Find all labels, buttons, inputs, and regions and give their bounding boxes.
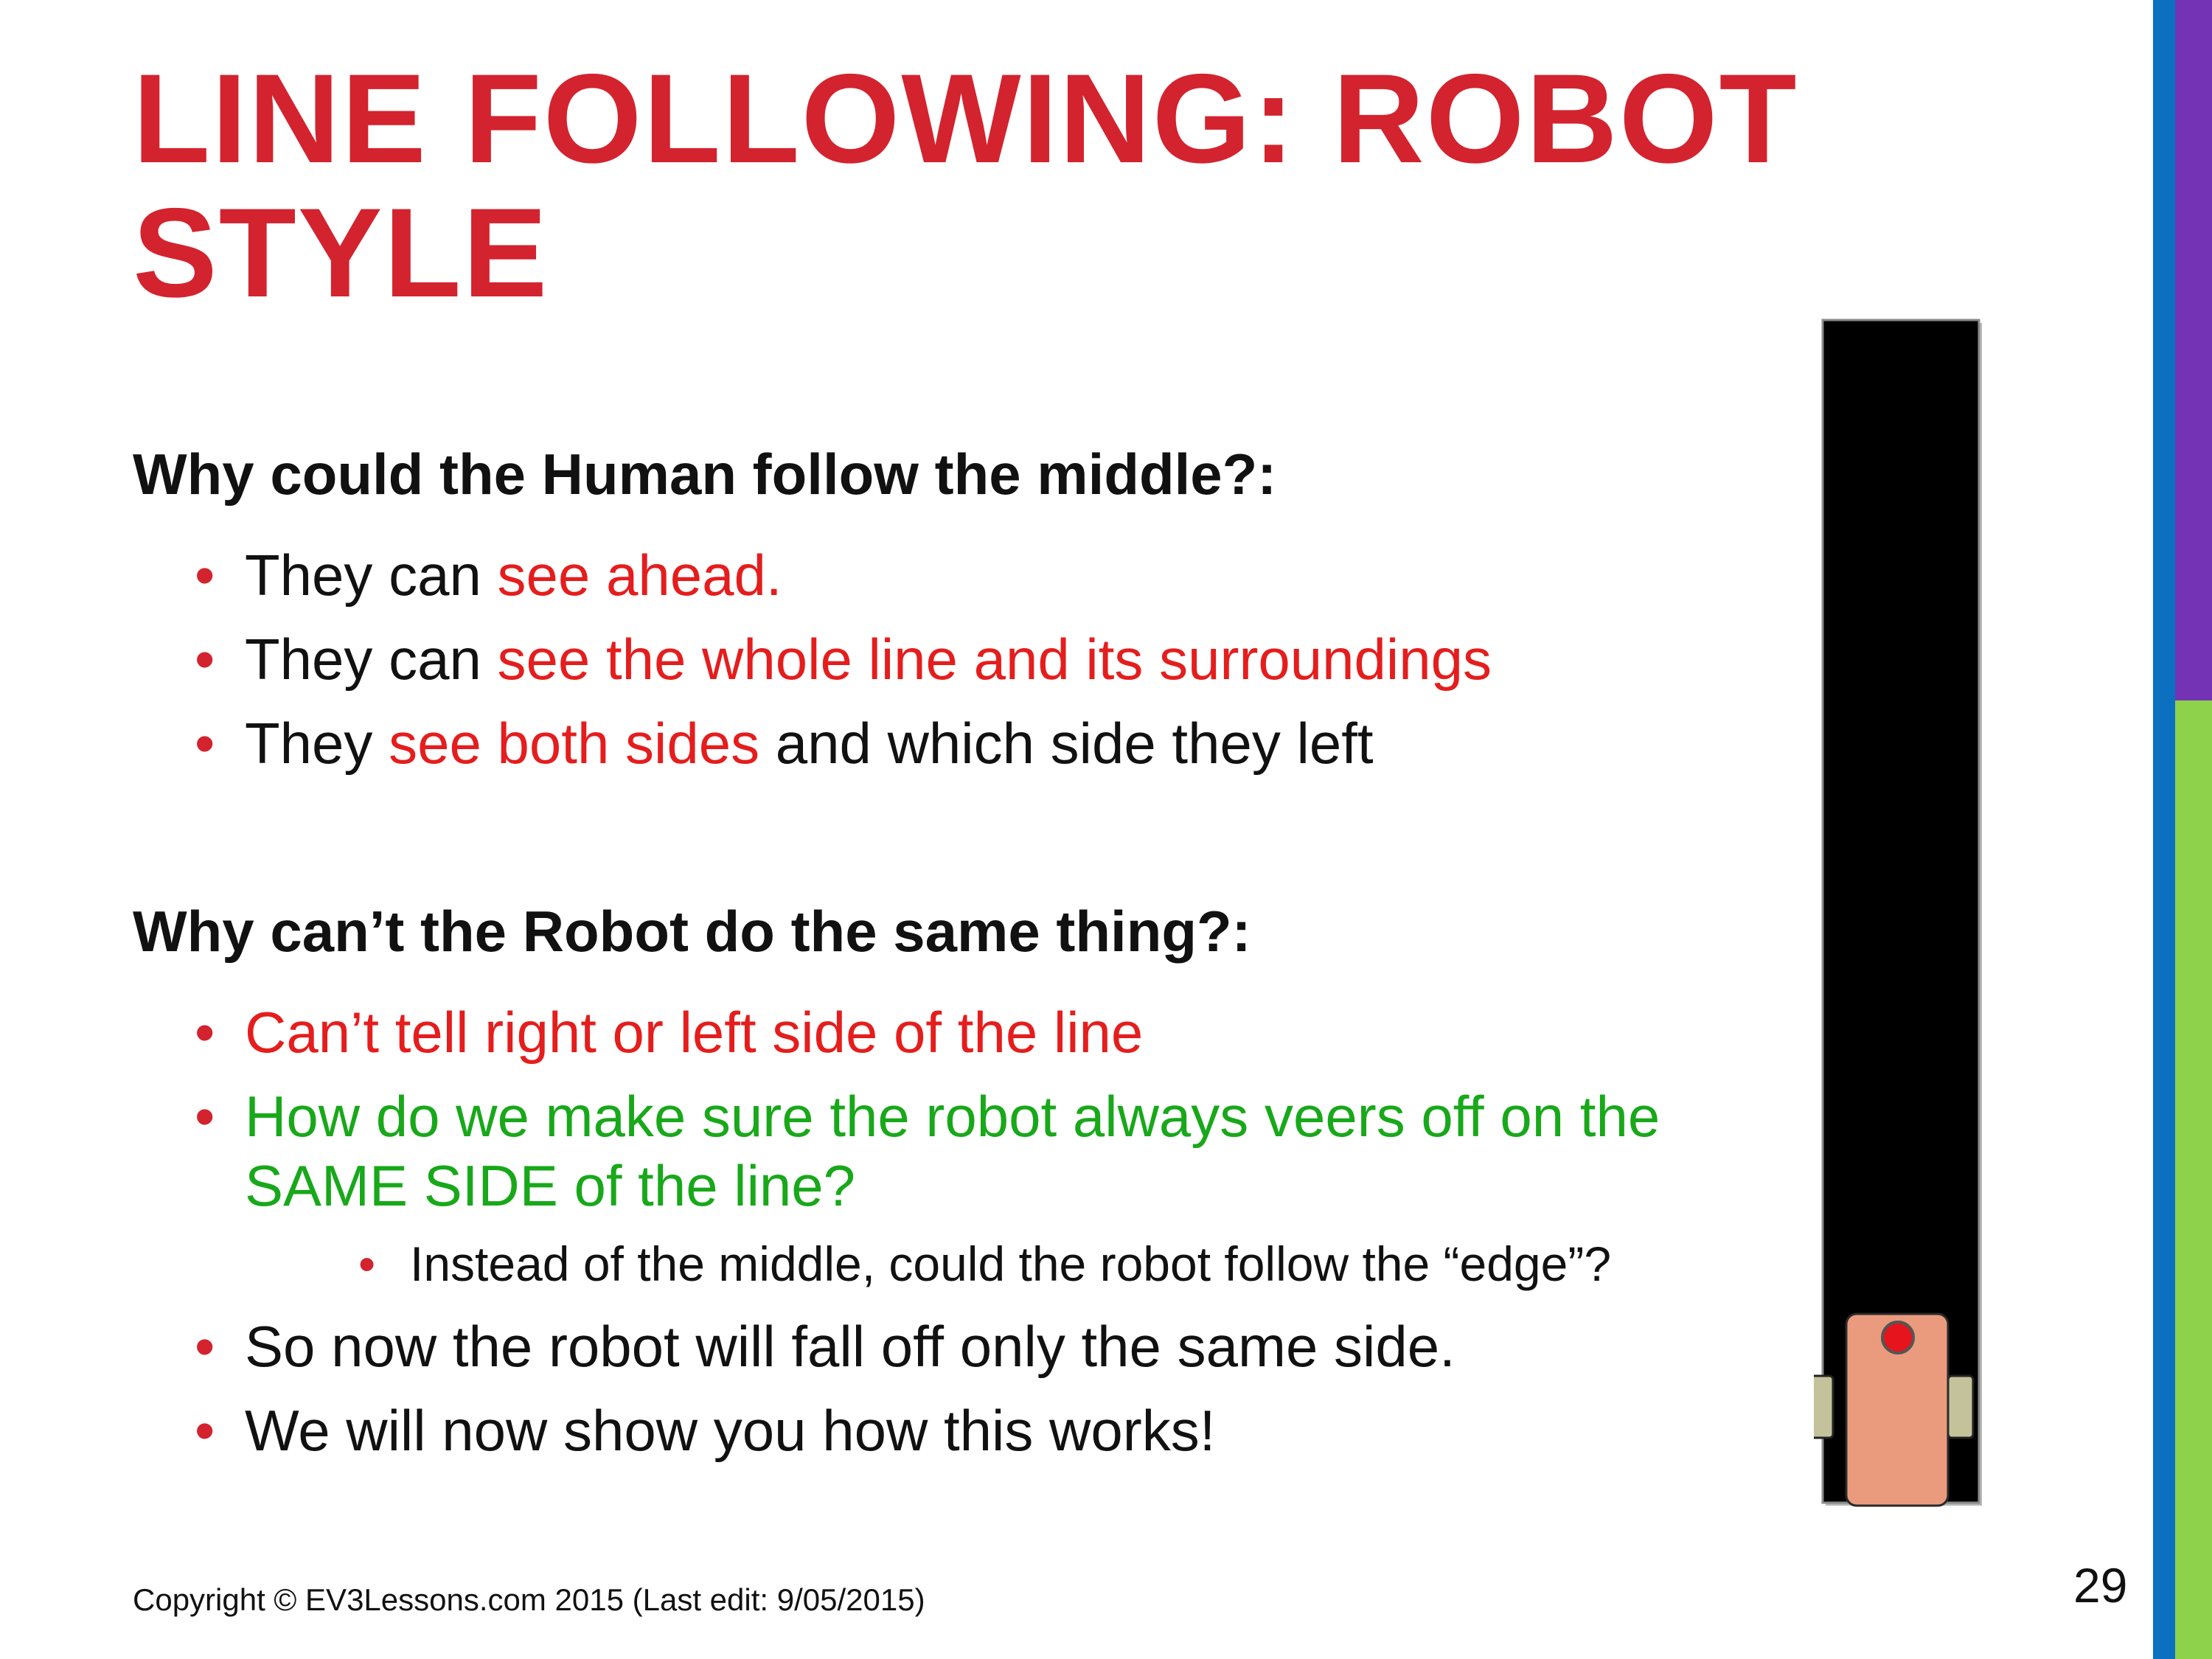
bullet-dot: • <box>195 627 215 692</box>
page-number: 29 <box>2073 1558 2128 1613</box>
bullet-text-tail: and which side they left <box>759 711 1374 776</box>
bullet-text: So now the robot will fall off only the … <box>245 1314 1455 1379</box>
bullet-highlight: see the whole line and its surroundings <box>497 627 1492 692</box>
left-wheel <box>1814 1374 1834 1439</box>
bullet-dot: • <box>195 543 215 608</box>
bullet-text: They can <box>245 627 498 692</box>
sub-bullet-text: Instead of the middle, could the robot f… <box>410 1237 1612 1291</box>
bullet-highlight: see ahead. <box>497 543 782 608</box>
title-line-2: STYLE <box>133 182 549 324</box>
side-bar-blue <box>2153 0 2175 1659</box>
slide-title: LINE FOLLOWING: ROBOT STYLE <box>133 52 1799 320</box>
right-wheel <box>1947 1374 1975 1439</box>
title-line-1: LINE FOLLOWING: ROBOT <box>133 48 1798 189</box>
bullet-dot: • <box>195 1084 215 1149</box>
line-robot-diagram <box>1814 319 1982 1507</box>
bullet-text: They can <box>245 543 498 608</box>
copyright-footer: Copyright © EV3Lessons.com 2015 (Last ed… <box>133 1582 925 1617</box>
light-sensor-icon <box>1881 1321 1915 1354</box>
bullet-text-line-2: SAME SIDE of the line? <box>245 1153 856 1218</box>
section-heading-robot: Why can’t the Robot do the same thing?: <box>133 899 1251 964</box>
bullet-dot: • <box>195 1398 215 1463</box>
bullet-text-line-1: How do we make sure the robot always vee… <box>245 1084 1660 1149</box>
bullet-text: We will now show you how this works! <box>245 1398 1216 1463</box>
bullet-text: Can’t tell right or left side of the lin… <box>245 1000 1144 1065</box>
side-bar-purple <box>2175 0 2212 700</box>
decorative-side-bar <box>2153 0 2212 1659</box>
bullet-text: They <box>245 711 389 776</box>
bullet-highlight: see both sides <box>389 711 760 776</box>
side-bar-lime <box>2175 700 2212 1659</box>
bullet-dot: • <box>195 1314 215 1379</box>
bullet-dot: • <box>358 1237 376 1291</box>
bullet-dot: • <box>195 711 215 776</box>
section-heading-human: Why could the Human follow the middle?: <box>133 442 1277 507</box>
bullet-dot: • <box>195 1000 215 1065</box>
